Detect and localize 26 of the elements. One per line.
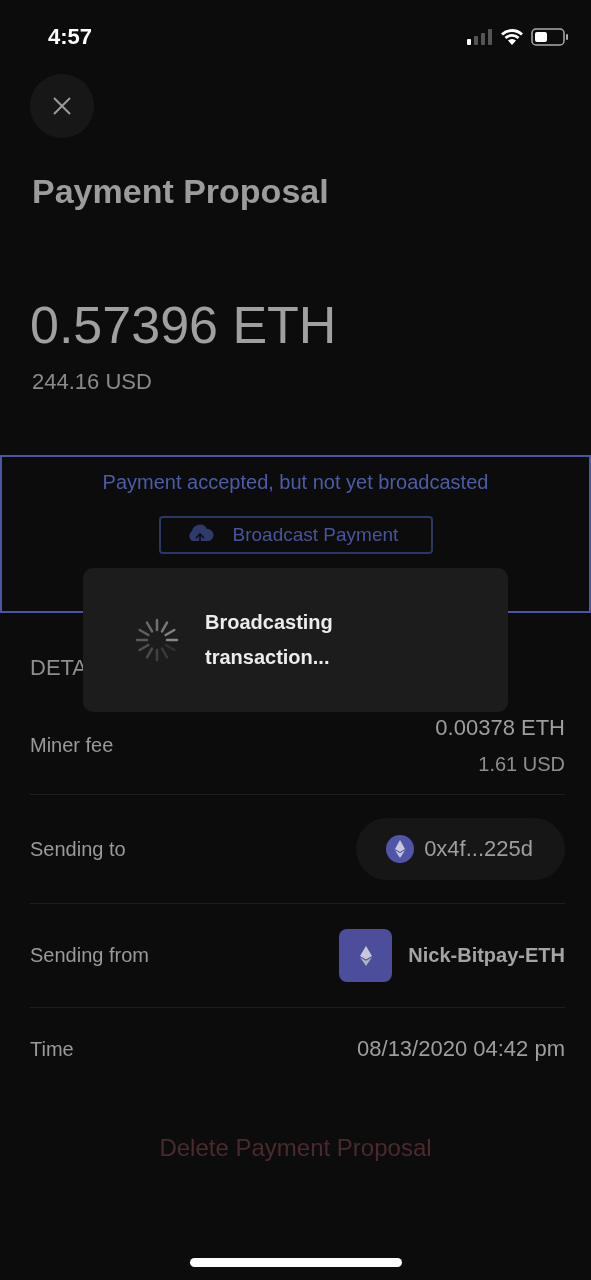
loading-message: Broadcasting transaction... xyxy=(205,610,334,670)
detail-label: Miner fee xyxy=(30,734,114,757)
detail-value: 08/13/2020 04:42 pm xyxy=(357,1036,565,1062)
detail-value: 0.00378 ETH xyxy=(435,715,565,741)
broadcast-button[interactable]: Broadcast Payment xyxy=(158,516,433,554)
battery-icon xyxy=(531,28,569,46)
crypto-amount: 0.57396 ETH xyxy=(30,299,338,351)
ethereum-icon xyxy=(359,945,372,966)
page-title: Payment Proposal xyxy=(32,172,330,211)
section-heading: DETA xyxy=(30,655,88,681)
status-time: 4:57 xyxy=(48,24,93,50)
detail-label: Time xyxy=(30,1037,74,1061)
detail-label: Sending to xyxy=(30,837,126,861)
spinner-icon xyxy=(135,618,179,662)
detail-label: Sending from xyxy=(30,944,149,967)
wifi-icon xyxy=(501,29,523,45)
address-chip[interactable]: 0x4f...225d xyxy=(356,818,565,880)
fiat-amount: 244.16 USD xyxy=(32,369,153,395)
close-icon xyxy=(53,97,71,115)
wallet-name: Nick-Bitpay-ETH xyxy=(408,944,565,967)
signal-icon xyxy=(467,29,493,45)
ethereum-icon xyxy=(386,835,415,863)
delete-button[interactable]: Delete Payment Proposal xyxy=(155,1130,436,1166)
detail-subvalue: 1.61 USD xyxy=(478,753,565,776)
banner-message: Payment accepted, but not yet broadcasted xyxy=(102,471,489,494)
address-text: 0x4f...225d xyxy=(424,836,533,862)
